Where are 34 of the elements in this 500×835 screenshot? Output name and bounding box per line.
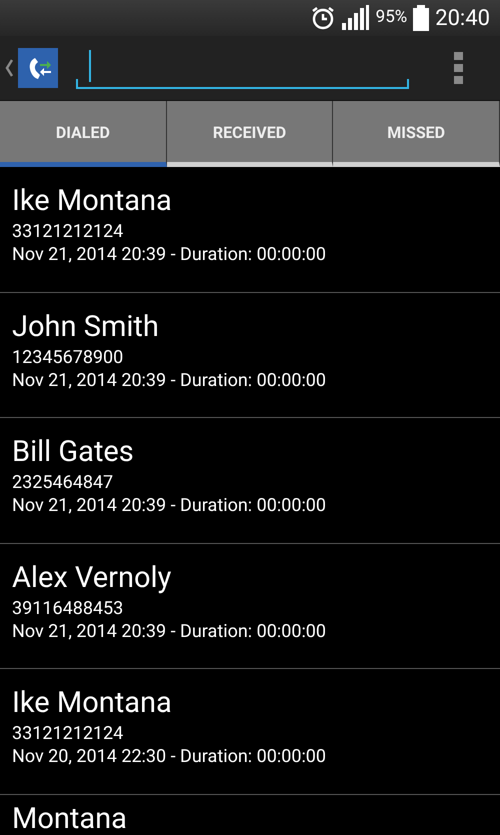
contact-name: Ike Montana [12, 685, 172, 722]
phone-number: 12345678900 [12, 346, 124, 369]
phone-number: 2325464847 [12, 472, 114, 494]
text-cursor [89, 50, 91, 82]
signal-icon [342, 5, 370, 31]
call-details: Nov 21, 2014 20:39 - Duration: 00:00:00 [12, 243, 326, 267]
overflow-menu-icon[interactable] [454, 52, 464, 84]
call-log-row[interactable]: Montana [0, 794, 500, 835]
alarm-icon [310, 5, 336, 31]
app-logo-icon[interactable] [18, 48, 58, 88]
battery-icon [413, 5, 430, 31]
call-log-row[interactable]: John Smith 12345678900 Nov 21, 2014 20:39 - Duration: 00:00:00 [0, 292, 500, 418]
call-log-row[interactable]: Ike Montana 33121212124 Nov 20, 2014 22:30 - Duration: 00:00:00 [0, 669, 500, 795]
contact-name: John Smith [12, 308, 159, 345]
clock-time: 20:40 [435, 4, 490, 32]
phone-number: 33121212124 [12, 221, 124, 243]
contact-name: Alex Vernoly [12, 560, 172, 596]
contact-name: Bill Gates [12, 434, 134, 470]
contact-name: Montana [12, 804, 127, 834]
call-log-row[interactable]: Ike Montana 33121212124 Nov 21, 2014 20:39 - Duration: 00:00:00 [0, 167, 500, 293]
call-details: Nov 21, 2014 20:39 - Duration: 00:00:00 [12, 368, 326, 393]
battery-percent: 95% [376, 6, 408, 30]
phone-number: 33121212124 [12, 723, 124, 746]
call-details: Nov 20, 2014 22:30 - Duration: 00:00:00 [12, 745, 326, 770]
tab[interactable]: DIALED [0, 101, 167, 167]
tab[interactable]: RECEIVED [166, 101, 334, 167]
call-details: Nov 21, 2014 20:39 - Duration: 00:00:00 [12, 494, 326, 518]
call-log-row[interactable]: Alex Vernoly 39116488453 Nov 21, 2014 20:39 - Duration: 00:00:00 [0, 544, 500, 670]
call-log-row[interactable]: Bill Gates 2325464847 Nov 21, 2014 20:39 - Duration: 00:00:00 [0, 418, 500, 544]
contact-name: Ike Montana [12, 183, 172, 219]
tab[interactable]: MISSED [333, 101, 500, 167]
back-chevron-icon[interactable] [4, 58, 14, 78]
call-details: Nov 21, 2014 20:39 - Duration: 00:00:00 [12, 620, 326, 644]
phone-number: 39116488453 [12, 598, 124, 620]
